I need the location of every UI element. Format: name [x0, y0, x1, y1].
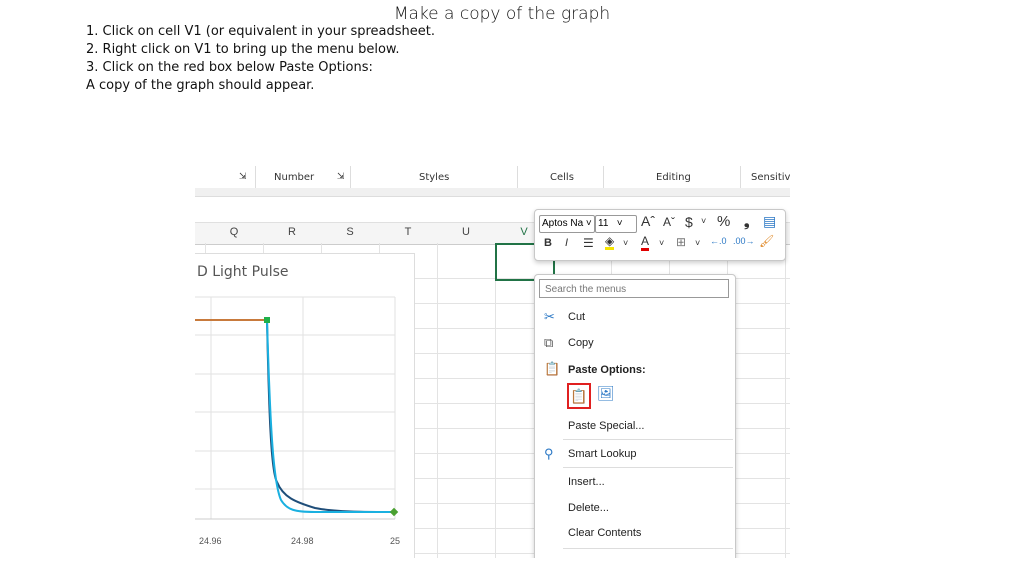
- increase-font-icon[interactable]: Aˆ: [641, 213, 655, 229]
- menu-item-smart-lookup[interactable]: Smart Lookup: [568, 448, 636, 460]
- column-header-r[interactable]: R: [263, 226, 321, 238]
- bold-button[interactable]: B: [544, 237, 552, 249]
- column-header-t[interactable]: T: [379, 226, 437, 238]
- font-color-icon[interactable]: A: [641, 235, 650, 251]
- dialog-launcher-icon[interactable]: ⇲: [337, 172, 345, 182]
- ribbon-divider: [255, 166, 256, 188]
- ribbon-divider: [350, 166, 351, 188]
- menu-item-delete[interactable]: Delete...: [568, 502, 609, 514]
- chevron-down-icon[interactable]: ˅: [659, 238, 664, 248]
- chart-plot: [195, 296, 399, 520]
- grid-column-line: [437, 243, 438, 558]
- format-painter-icon[interactable]: 🖌: [759, 234, 774, 248]
- instruction-3: 3. Click on the red box below Paste Opti…: [86, 60, 373, 75]
- x-tick: 24.98: [291, 536, 314, 546]
- grid-column-line: [495, 243, 496, 558]
- align-center-icon[interactable]: ☰: [583, 236, 594, 250]
- wrap-text-icon[interactable]: ▤: [763, 213, 776, 230]
- fill-color-icon[interactable]: ◈: [605, 235, 615, 250]
- ribbon-divider: [740, 166, 741, 188]
- instruction-1: 1. Click on cell V1 (or equivalent in yo…: [86, 24, 435, 39]
- comma-style-icon[interactable]: ❟: [744, 213, 750, 230]
- increase-decimal-icon[interactable]: ←.0: [710, 236, 727, 246]
- x-tick: 24.96: [199, 536, 222, 546]
- chevron-down-icon[interactable]: ˅: [623, 238, 628, 248]
- paste-options-label: Paste Options:: [568, 364, 646, 376]
- chevron-down-icon[interactable]: ˅: [695, 238, 700, 248]
- column-header-s[interactable]: S: [321, 226, 379, 238]
- series-cyan: [266, 319, 394, 513]
- italic-button[interactable]: I: [565, 237, 568, 249]
- copy-icon: ⧉: [544, 335, 554, 350]
- ribbon-group-editing: Editing: [656, 172, 691, 183]
- menu-item-cut[interactable]: Cut: [568, 311, 585, 323]
- x-tick: 25: [390, 536, 401, 546]
- paste-keep-formatting-button[interactable]: 📋: [567, 383, 591, 409]
- mini-toolbar: Aptos Na ˅ 11 ˅ Aˆ Aˇ $ ˅ % ❟ ▤ B I ☰ ◈ …: [534, 209, 786, 261]
- menu-divider: [563, 548, 733, 549]
- scissors-icon: ✂: [544, 309, 555, 324]
- search-menus-input[interactable]: Search the menus: [539, 279, 729, 298]
- ribbon-group-styles: Styles: [419, 172, 450, 183]
- chart-title: D Light Pulse: [197, 264, 289, 280]
- font-size-value: 11: [598, 218, 609, 229]
- clipboard-icon: 📋: [544, 361, 561, 376]
- menu-divider: [563, 439, 733, 440]
- percent-icon[interactable]: %: [717, 213, 730, 230]
- marker-diamond: [389, 507, 399, 517]
- smart-lookup-icon: ⚲: [544, 446, 554, 461]
- borders-icon[interactable]: ⊞: [676, 235, 686, 249]
- dialog-launcher-icon[interactable]: ⇲: [239, 172, 247, 182]
- context-menu: Search the menus ✂ Cut ⧉ Copy 📋 Paste Op…: [534, 274, 736, 558]
- slide-title: Make a copy of the graph: [393, 4, 611, 24]
- font-name-value: Aptos Na: [542, 218, 584, 229]
- menu-divider: [563, 467, 733, 468]
- ribbon-bottom: [195, 188, 790, 197]
- column-header-q[interactable]: Q: [205, 226, 263, 238]
- menu-item-insert[interactable]: Insert...: [568, 476, 605, 488]
- currency-icon[interactable]: $: [685, 214, 693, 230]
- menu-item-clear-contents[interactable]: Clear Contents: [568, 527, 641, 539]
- instruction-4: A copy of the graph should appear.: [86, 78, 315, 93]
- menu-item-paste-special[interactable]: Paste Special...: [568, 420, 644, 432]
- paste-picture-button[interactable]: 🖼: [597, 385, 615, 402]
- ribbon-divider: [517, 166, 518, 188]
- excel-screenshot: ⇲ Number ⇲ Styles Cells Editing Sensitiv…: [195, 162, 790, 558]
- ribbon-group-number: Number: [274, 172, 315, 183]
- instruction-2: 2. Right click on V1 to bring up the men…: [86, 42, 400, 57]
- ribbon-group-sensitivity: Sensitivi: [751, 172, 790, 183]
- column-header-u[interactable]: U: [437, 226, 495, 238]
- chevron-down-icon[interactable]: ˅: [701, 216, 706, 226]
- decrease-decimal-icon[interactable]: .00→: [733, 236, 755, 246]
- grid-column-line: [785, 243, 786, 558]
- decrease-font-icon[interactable]: Aˇ: [663, 215, 675, 229]
- ribbon-group-cells: Cells: [550, 172, 574, 183]
- font-size-select[interactable]: 11 ˅: [595, 215, 637, 233]
- marker-square: [264, 317, 270, 323]
- menu-item-copy[interactable]: Copy: [568, 337, 594, 349]
- ribbon-divider: [603, 166, 604, 188]
- series-dark: [266, 319, 395, 513]
- font-name-select[interactable]: Aptos Na ˅: [539, 215, 595, 233]
